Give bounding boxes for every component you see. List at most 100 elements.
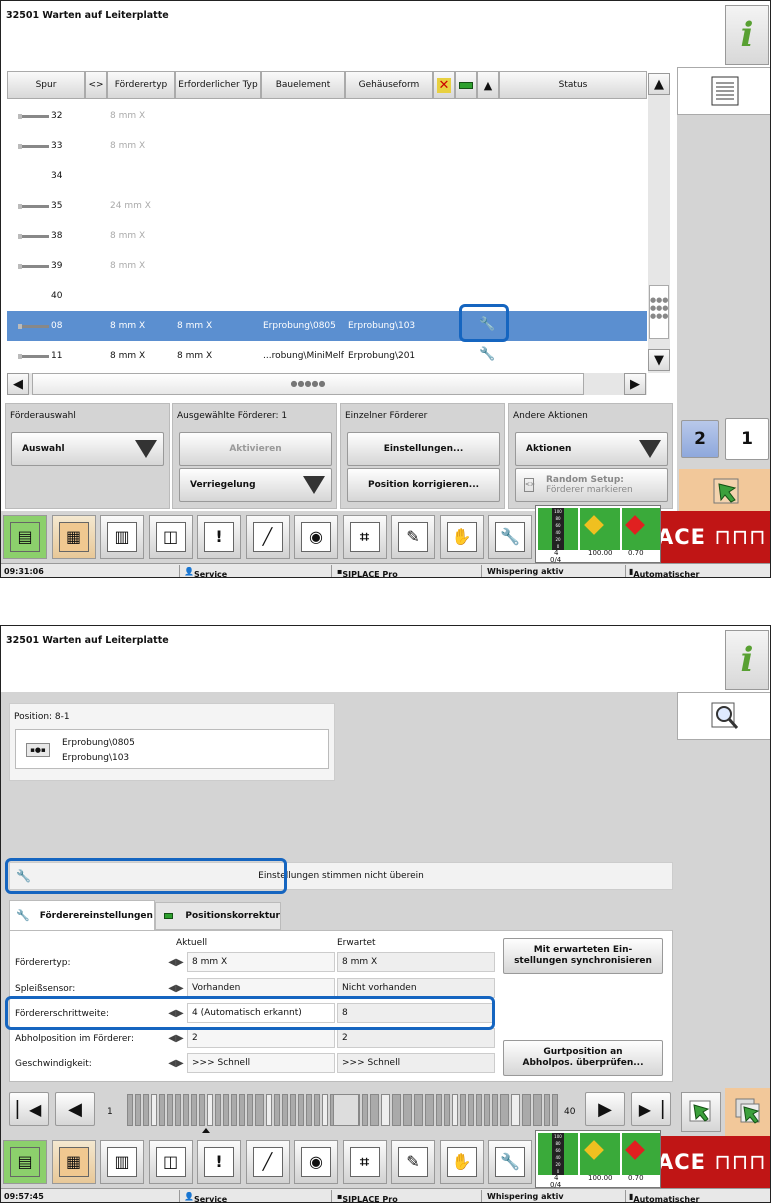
lane-slot[interactable] [476, 1094, 482, 1126]
lane-strip[interactable] [127, 1092, 558, 1128]
lane-slot[interactable] [127, 1094, 133, 1126]
taskbar-button[interactable]: ▦ [51, 1140, 96, 1184]
taskbar-button[interactable]: ▥ [100, 515, 144, 559]
col-required-type[interactable]: Erforderlicher Typ [175, 71, 261, 99]
toggle-arrows-icon[interactable]: ◀▶ [165, 978, 187, 998]
col-feeder-type[interactable]: Förderertyp [107, 71, 175, 99]
lane-slot[interactable] [231, 1094, 237, 1126]
taskbar-button[interactable]: ▤ [3, 515, 47, 559]
list-view-tab[interactable] [677, 67, 770, 115]
col-sort-icon[interactable]: ▲ [477, 71, 499, 99]
lane-slot[interactable] [436, 1094, 442, 1126]
side-button-2[interactable]: 2 [681, 420, 719, 458]
lane-slot[interactable] [544, 1094, 550, 1126]
taskbar-button[interactable]: ▥ [100, 1140, 144, 1184]
performance-gauges[interactable]: 100 80 60 40 20 0 4 0/4 100.00 0.70 [535, 505, 661, 564]
lane-slot[interactable] [414, 1094, 423, 1126]
lane-slot[interactable] [159, 1094, 165, 1126]
col-package[interactable]: Gehäuseform [345, 71, 433, 99]
next-button[interactable]: ▶ [585, 1092, 625, 1126]
lane-slot[interactable] [370, 1094, 379, 1126]
taskbar-button[interactable]: ✎ [391, 1140, 435, 1184]
correct-position-button[interactable]: Position korrigieren... [347, 468, 500, 502]
lane-slot[interactable] [239, 1094, 245, 1126]
lane-slot[interactable] [215, 1094, 221, 1126]
taskbar-button[interactable]: ◉ [294, 515, 338, 559]
taskbar-button[interactable]: ⌗ [342, 515, 387, 559]
table-row[interactable]: 33 8 mm X [7, 131, 647, 161]
table-row[interactable]: 11 8 mm X 8 mm X ...robung\MiniMelf Erprobun… [7, 341, 647, 371]
table-row[interactable]: 34 [7, 161, 647, 191]
info-button[interactable]: i [725, 5, 769, 65]
scroll-thumb-vertical[interactable]: ●●● ●●● ●●● [649, 285, 669, 339]
performance-gauges[interactable]: 100 80 60 40 20 0 4 0/4 100.00 0.70 [535, 1130, 661, 1189]
col-direction[interactable]: <> [85, 71, 107, 99]
last-button[interactable]: ▶▕ [631, 1092, 671, 1126]
check-belt-position-button[interactable]: Gurtposition an Abholpos. überprüfen... [503, 1040, 663, 1076]
lane-slot[interactable] [290, 1094, 296, 1126]
first-button[interactable]: ▏◀ [9, 1092, 49, 1126]
lane-slot[interactable] [468, 1094, 474, 1126]
scroll-down-button[interactable]: ▼ [648, 349, 670, 371]
toggle-arrows-icon[interactable]: ◀▶ [165, 952, 187, 972]
random-setup-button[interactable]: <> Random Setup: Förderer markieren [515, 468, 668, 502]
taskbar-button[interactable]: ▦ [51, 515, 96, 559]
table-row[interactable]: 32 8 mm X [7, 101, 647, 131]
taskbar-button[interactable]: 🔧 [488, 1140, 532, 1184]
previous-button[interactable]: ◀ [55, 1092, 95, 1126]
lane-slot[interactable] [552, 1094, 558, 1126]
tab-feeder-settings[interactable]: 🔧 Förderereinstellungen [9, 900, 155, 930]
lane-slot[interactable] [322, 1094, 328, 1126]
col-spur[interactable]: Spur [7, 71, 85, 99]
detail-view-tab[interactable] [677, 692, 770, 740]
table-row[interactable]: 08 8 mm X 8 mm X Erprobung\0805 Erprobung\10… [7, 311, 647, 341]
lane-slot[interactable] [183, 1094, 189, 1126]
scroll-up-button[interactable]: ▲ [648, 73, 670, 95]
lane-slot[interactable] [522, 1094, 531, 1126]
taskbar-button[interactable]: 🔧 [488, 515, 532, 559]
actions-dropdown[interactable]: Aktionen [515, 432, 668, 466]
taskbar-button[interactable]: ▤ [3, 1140, 47, 1184]
table-row[interactable]: 38 8 mm X [7, 221, 647, 251]
lane-slot[interactable] [533, 1094, 542, 1126]
scroll-right-button[interactable]: ▶ [624, 373, 646, 395]
lane-slot[interactable] [500, 1094, 509, 1126]
taskbar-button[interactable]: ✋ [439, 515, 484, 559]
multi-view-button[interactable] [725, 1088, 770, 1136]
lock-dropdown[interactable]: Verriegelung [179, 468, 332, 502]
lane-slot[interactable] [207, 1094, 213, 1126]
taskbar-button[interactable]: ╱ [245, 1140, 290, 1184]
vertical-scrollbar[interactable]: ▲ ●●● ●●● ●●● ▼ [648, 73, 670, 373]
col-component[interactable]: Bauelement [261, 71, 345, 99]
table-row[interactable]: 35 24 mm X [7, 191, 647, 221]
lane-slot[interactable] [381, 1094, 390, 1126]
lane-slot[interactable] [199, 1094, 205, 1126]
lane-slot[interactable] [444, 1094, 450, 1126]
cursor-button[interactable] [681, 1092, 721, 1132]
taskbar-button[interactable]: ◫ [148, 515, 193, 559]
taskbar-button[interactable]: ✋ [439, 1140, 484, 1184]
lane-slot[interactable] [425, 1094, 434, 1126]
sync-settings-button[interactable]: Mit erwarteten Ein-stellungen synchronis… [503, 938, 663, 974]
lane-slot[interactable] [282, 1094, 288, 1126]
settings-button[interactable]: Einstellungen... [347, 432, 500, 466]
lane-slot[interactable] [511, 1094, 520, 1126]
taskbar-button[interactable]: ✎ [391, 515, 435, 559]
lane-slot[interactable] [314, 1094, 320, 1126]
component-card[interactable]: ▪●▪ Erprobung\0805 Erprobung\103 [15, 729, 329, 769]
taskbar-button[interactable]: ⌗ [342, 1140, 387, 1184]
taskbar-button[interactable]: ! [197, 515, 241, 559]
lane-slot[interactable] [484, 1094, 490, 1126]
selection-dropdown[interactable]: Auswahl [11, 432, 164, 466]
activate-button[interactable]: Aktivieren [179, 432, 332, 466]
lane-slot[interactable] [143, 1094, 149, 1126]
lane-slot[interactable] [175, 1094, 181, 1126]
lane-slot[interactable] [452, 1094, 458, 1126]
lane-slot[interactable] [247, 1094, 253, 1126]
lane-slot[interactable] [167, 1094, 173, 1126]
lane-slot[interactable] [191, 1094, 197, 1126]
scroll-thumb-horizontal[interactable]: ●●●●● [32, 373, 584, 395]
lane-slot[interactable] [306, 1094, 312, 1126]
horizontal-scrollbar[interactable]: ◀ ●●●●● ▶ [7, 373, 647, 395]
lane-slot[interactable] [223, 1094, 229, 1126]
